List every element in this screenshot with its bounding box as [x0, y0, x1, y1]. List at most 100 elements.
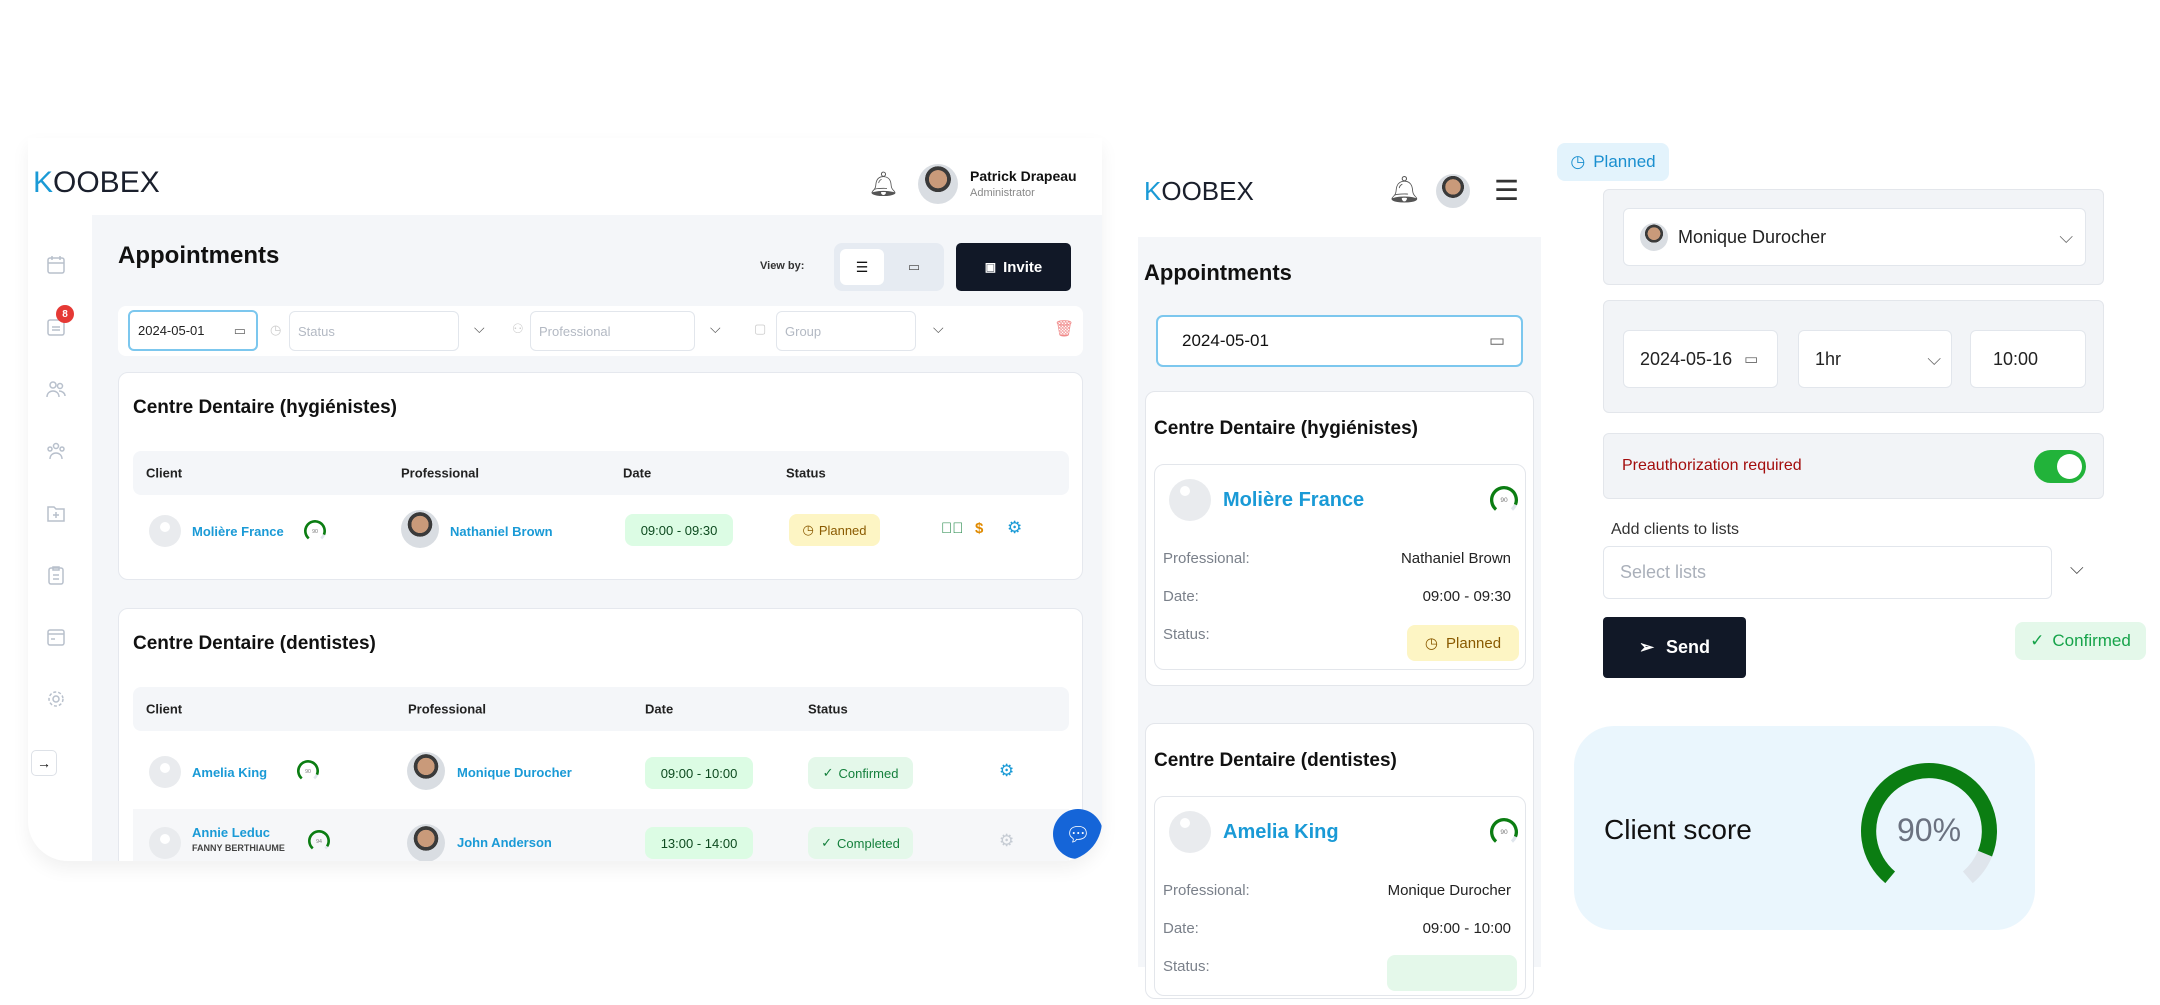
chevron-down-icon: ⌵: [2059, 226, 2073, 247]
settings-gear-icon[interactable]: ⚙: [999, 761, 1014, 781]
table-row[interactable]: Molière France 90 Nathaniel Brown 09:00 …: [119, 503, 1084, 559]
hamburger-menu-icon[interactable]: ☰: [1494, 174, 1519, 207]
logo-text: KOOBEX: [33, 166, 160, 199]
bell-icon[interactable]: 🔔︎: [868, 170, 898, 199]
gear-icon[interactable]: [45, 688, 67, 710]
client-link[interactable]: Amelia King: [192, 765, 267, 780]
status-badge: ✓ Completed: [808, 827, 913, 859]
confirm-check-icon[interactable]: ✓⃝: [941, 520, 964, 537]
client-score-card: Client score 90%: [1574, 726, 2035, 930]
professional-link[interactable]: Monique Durocher: [457, 765, 572, 780]
time-pill: 09:00 - 09:30: [625, 514, 733, 546]
calendar-icon: ▭: [1744, 351, 1759, 368]
invite-button[interactable]: ▣ Invite: [956, 243, 1071, 291]
notification-badge: 8: [56, 305, 74, 323]
calendar-view-button[interactable]: ▭: [892, 249, 936, 285]
status-badge: [1387, 955, 1517, 991]
gauge-value: 90: [312, 529, 318, 535]
user-avatar[interactable]: [1436, 174, 1470, 208]
clear-filters-trash-icon[interactable]: 🗑︎: [1054, 319, 1074, 339]
group-filter[interactable]: Group: [776, 311, 916, 351]
group-card: Centre Dentaire (hygiénistes) Client Prof…: [118, 372, 1083, 580]
date-filter[interactable]: 2024-05-01 ▭: [1156, 315, 1523, 367]
calendar-plus-icon: ▣: [984, 260, 997, 274]
client-score-gauge: 90: [1489, 817, 1519, 852]
professional-link[interactable]: Nathaniel Brown: [450, 524, 553, 539]
client-link[interactable]: Annie Leduc: [192, 825, 270, 840]
client-score-value: 90%: [1896, 812, 1962, 848]
gauge-value: 94: [316, 839, 322, 845]
lists-select[interactable]: Select lists: [1603, 546, 2052, 599]
users-icon[interactable]: [45, 378, 67, 400]
list-view-button[interactable]: ☰: [840, 249, 884, 285]
appointment-card[interactable]: Amelia King 90 Professional: Monique Dur…: [1154, 796, 1526, 996]
logo-text: KOOBEX: [1144, 176, 1254, 206]
duration-select[interactable]: 1hr ⌵: [1798, 330, 1952, 388]
clock-icon: ◷: [1570, 152, 1586, 171]
view-by-label: View by:: [760, 260, 805, 272]
folder-add-icon[interactable]: [45, 502, 67, 524]
professional-filter[interactable]: Professional: [530, 311, 695, 351]
chat-button[interactable]: 💬︎: [1053, 809, 1102, 859]
status-badge: ◷ Planned: [1407, 625, 1519, 661]
client-score-label: Client score: [1604, 814, 1752, 845]
chevron-down-icon[interactable]: ⌵: [933, 320, 944, 337]
professional-select[interactable]: Monique Durocher ⌵: [1623, 208, 2086, 266]
date-input[interactable]: 2024-05-16 ▭: [1623, 330, 1778, 388]
send-button[interactable]: ➢ Send: [1603, 617, 1746, 678]
group-card: Centre Dentaire (dentistes) Client Profes…: [118, 608, 1083, 861]
client-link[interactable]: Amelia King: [1223, 821, 1339, 844]
clock-icon: ◷: [1424, 635, 1439, 652]
client-avatar: [149, 756, 181, 788]
person-icon: ⚇: [512, 321, 524, 336]
payment-dollar-icon[interactable]: $: [975, 520, 983, 537]
status-badge: ✓ Confirmed: [808, 757, 913, 789]
settings-gear-icon[interactable]: ⚙: [1007, 518, 1022, 538]
professional-link[interactable]: John Anderson: [457, 835, 552, 850]
lists-label: Add clients to lists: [1611, 521, 1740, 538]
client-score-gauge: 90: [1489, 485, 1519, 520]
gauge-track: [324, 845, 329, 850]
calendar-icon[interactable]: [45, 254, 67, 276]
table-row[interactable]: Amelia King 90 Monique Durocher 09:00 - …: [133, 739, 1069, 805]
chevron-down-icon: ⌵: [1927, 348, 1941, 369]
gauge-track: [1510, 503, 1517, 511]
group-card: Centre Dentaire (hygiénistes) Molière Fr…: [1145, 391, 1534, 686]
desktop-app: KOOBEX 🔔︎ Patrick Drapeau Administrator …: [28, 138, 1102, 861]
gauge-track: [1510, 835, 1517, 843]
client-link[interactable]: Molière France: [1223, 489, 1364, 512]
user-avatar[interactable]: [918, 164, 958, 204]
client-subname: FANNY BERTHIAUME: [192, 843, 285, 853]
time-pill: 09:00 - 10:00: [645, 757, 753, 789]
card-icon[interactable]: [45, 626, 67, 648]
client-link[interactable]: Molière France: [192, 524, 284, 539]
chevron-down-icon[interactable]: ⌵: [710, 320, 721, 337]
planned-status-chip: ◷ Planned: [1557, 143, 1669, 181]
check-icon: ✓: [821, 835, 833, 850]
confirmed-status-chip: ✓ Confirmed: [2015, 622, 2146, 660]
date-filter[interactable]: 2024-05-01 ▭: [128, 310, 258, 351]
professional-avatar: [401, 510, 439, 548]
time-input[interactable]: 10:00: [1970, 330, 2086, 388]
bell-icon[interactable]: 🔔︎: [1388, 174, 1421, 205]
preauthorization-toggle[interactable]: [2034, 450, 2086, 483]
professional-avatar: [1640, 223, 1668, 251]
appointment-card[interactable]: Molière France 90 Professional: Nathanie…: [1154, 464, 1526, 670]
chevron-down-icon[interactable]: ⌵: [474, 320, 485, 337]
table-row[interactable]: Annie Leduc FANNY BERTHIAUME 94 John And…: [133, 809, 1069, 861]
expand-sidebar-button[interactable]: →: [31, 750, 57, 776]
calendar-icon: ▭: [233, 322, 246, 338]
gauge-value: 90: [1500, 829, 1508, 836]
table-header: Client Professional Date Status: [133, 687, 1069, 731]
clipboard-icon[interactable]: [45, 564, 67, 586]
gauge-track: [1962, 850, 1993, 884]
client-avatar: [1169, 811, 1211, 853]
group-icon[interactable]: [45, 440, 67, 462]
mobile-app: KOOBEX 🔔︎ ☰ Appointments 2024-05-01 ▭ Cen…: [1138, 160, 1541, 1000]
settings-gear-icon[interactable]: ⚙: [999, 831, 1014, 851]
professional-value: Monique Durocher: [1387, 882, 1511, 899]
chevron-down-icon[interactable]: ⌵: [2070, 558, 2084, 579]
status-filter[interactable]: Status: [289, 311, 459, 351]
chat-icon: 💬︎: [1065, 823, 1091, 846]
gauge-value: 90: [305, 769, 311, 775]
